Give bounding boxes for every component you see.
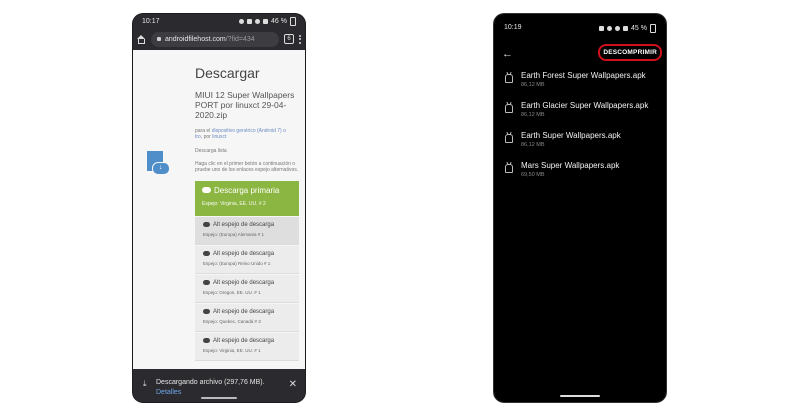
lock-icon [157, 37, 161, 41]
wifi-icon [255, 18, 261, 24]
mirror-location: Espejo: Virginia, EE. UU. # 1 [203, 347, 261, 353]
signal-icon [623, 26, 629, 31]
page-title: Descargar [195, 65, 260, 81]
close-icon[interactable]: ✕ [289, 379, 297, 390]
battery-text: 46 % [271, 17, 287, 25]
download-status: Descargando archivo (297,76 MB). [156, 379, 265, 386]
status-time: 10:19 [504, 24, 522, 31]
status-bar: 10:17 46 % [133, 14, 305, 28]
battery-text: 45 % [631, 25, 647, 32]
mirror-button-3[interactable]: Alt espejo de descarga Espejo: Oregon, E… [195, 274, 299, 303]
gesture-bar[interactable] [560, 395, 600, 397]
decompress-button[interactable]: DESCOMPRIMIR [598, 44, 662, 61]
cloud-download-icon [203, 222, 210, 227]
home-icon[interactable] [137, 34, 146, 44]
page-content: ↓ Descargar MIUI 12 Super Wallpapers POR… [133, 50, 305, 369]
list-item[interactable]: Mars Super Wallpapers.apk 69,50 MB [494, 158, 666, 188]
signal-icon [263, 18, 269, 24]
browser-toolbar: androidfilehost.com/?fid=434 6 [133, 28, 305, 50]
url-host: androidfilehost.com [165, 35, 226, 43]
mirror-label: Alt espejo de descarga [213, 279, 275, 286]
cloud-download-icon [203, 338, 210, 343]
phone-file-viewer: 10:19 45 % ← DESCOMPRIMIR Earth Forest S… [494, 14, 666, 402]
cloud-download-icon [203, 251, 210, 256]
device-info: para el dispositivo genérico (Android 7)… [195, 128, 286, 140]
mirror-button-2[interactable]: Alt espejo de descarga Espejo: (Europa) … [195, 245, 299, 274]
back-arrow-icon[interactable]: ← [502, 48, 513, 60]
android-icon [505, 74, 513, 83]
file-size: 86,12 MB [521, 142, 545, 148]
details-link[interactable]: Detalles [156, 389, 181, 396]
gesture-bar[interactable] [201, 397, 237, 399]
download-ready-label: Descarga lista [195, 148, 227, 154]
author-link[interactable]: linuxct [212, 134, 226, 140]
data-saver-icon [607, 26, 613, 31]
url-bar[interactable]: androidfilehost.com/?fid=434 [151, 31, 279, 47]
android-icon [505, 134, 513, 143]
cloud-download-icon [203, 280, 210, 285]
primary-download-button[interactable]: Descarga primaria Espejo: Virginia, EE. … [195, 180, 299, 216]
notification-icon [247, 18, 253, 24]
list-item[interactable]: Earth Super Wallpapers.apk 86,12 MB [494, 128, 666, 158]
battery-icon [290, 16, 296, 26]
file-name: Earth Super Wallpapers.apk [521, 131, 621, 140]
mirror-label: Alt espejo de descarga [213, 308, 275, 315]
wifi-icon [615, 26, 621, 31]
list-item[interactable]: Earth Forest Super Wallpapers.apk 86,12 … [494, 68, 666, 98]
mirror-location: Espejo: Oregon, EE. UU. # 1 [203, 289, 261, 295]
file-name: Mars Super Wallpapers.apk [521, 161, 620, 170]
list-item[interactable]: Earth Glacier Super Wallpapers.apk 86,12… [494, 98, 666, 128]
app-toolbar: ← DESCOMPRIMIR [494, 44, 666, 70]
overflow-menu-icon[interactable] [299, 34, 301, 44]
mirror-button-4[interactable]: Alt espejo de descarga Espejo: Quebec, C… [195, 303, 299, 332]
cloud-download-icon [202, 187, 211, 193]
mirror-button-1[interactable]: Alt espejo de descarga Espejo: (Europa) … [195, 216, 299, 245]
android-icon [505, 104, 513, 113]
battery-icon [650, 24, 656, 33]
mirror-location: Espejo: Quebec, Canadá # 3 [203, 318, 261, 324]
phone-browser: 10:17 46 % androidfilehost.com/?fid=434 … [133, 14, 305, 402]
primary-download-mirror: Espejo: Virginia, EE. UU. # 2 [202, 200, 266, 207]
notification-icon [599, 26, 605, 31]
mirror-location: Espejo: (Europa) Alemania # 1 [203, 231, 265, 237]
file-size: 69,50 MB [521, 172, 545, 178]
mirror-label: Alt espejo de descarga [213, 337, 275, 344]
file-size: 86,12 MB [521, 112, 545, 118]
file-name: Earth Glacier Super Wallpapers.apk [521, 101, 649, 110]
file-list: Earth Forest Super Wallpapers.apk 86,12 … [494, 68, 666, 188]
mirror-button-5[interactable]: Alt espejo de descarga Espejo: Virginia,… [195, 332, 299, 361]
file-download-icon: ↓ [147, 151, 170, 179]
file-name: Earth Forest Super Wallpapers.apk [521, 71, 646, 80]
download-snackbar: ⤓ Descargando archivo (297,76 MB). Detal… [133, 369, 305, 402]
url-path: /?fid=434 [225, 35, 255, 43]
mirror-label: Alt espejo de descarga [213, 221, 275, 228]
instructions-text: Haga clic en el primer botón a continuac… [195, 160, 299, 174]
cloud-download-icon [203, 309, 210, 314]
mirror-location: Espejo: (Europa) Reino Unido # 1 [203, 260, 271, 266]
file-name: MIUI 12 Super Wallpapers PORT por linuxc… [195, 90, 295, 120]
status-bar: 10:19 45 % [494, 14, 666, 44]
mirror-label: Alt espejo de descarga [213, 250, 275, 257]
data-saver-icon [239, 18, 245, 24]
primary-download-label: Descarga primaria [214, 185, 280, 195]
download-icon: ⤓ [143, 379, 147, 388]
android-icon [505, 164, 513, 173]
tabs-button[interactable]: 6 [284, 34, 294, 44]
status-time: 10:17 [142, 17, 160, 25]
file-size: 86,12 MB [521, 82, 545, 88]
